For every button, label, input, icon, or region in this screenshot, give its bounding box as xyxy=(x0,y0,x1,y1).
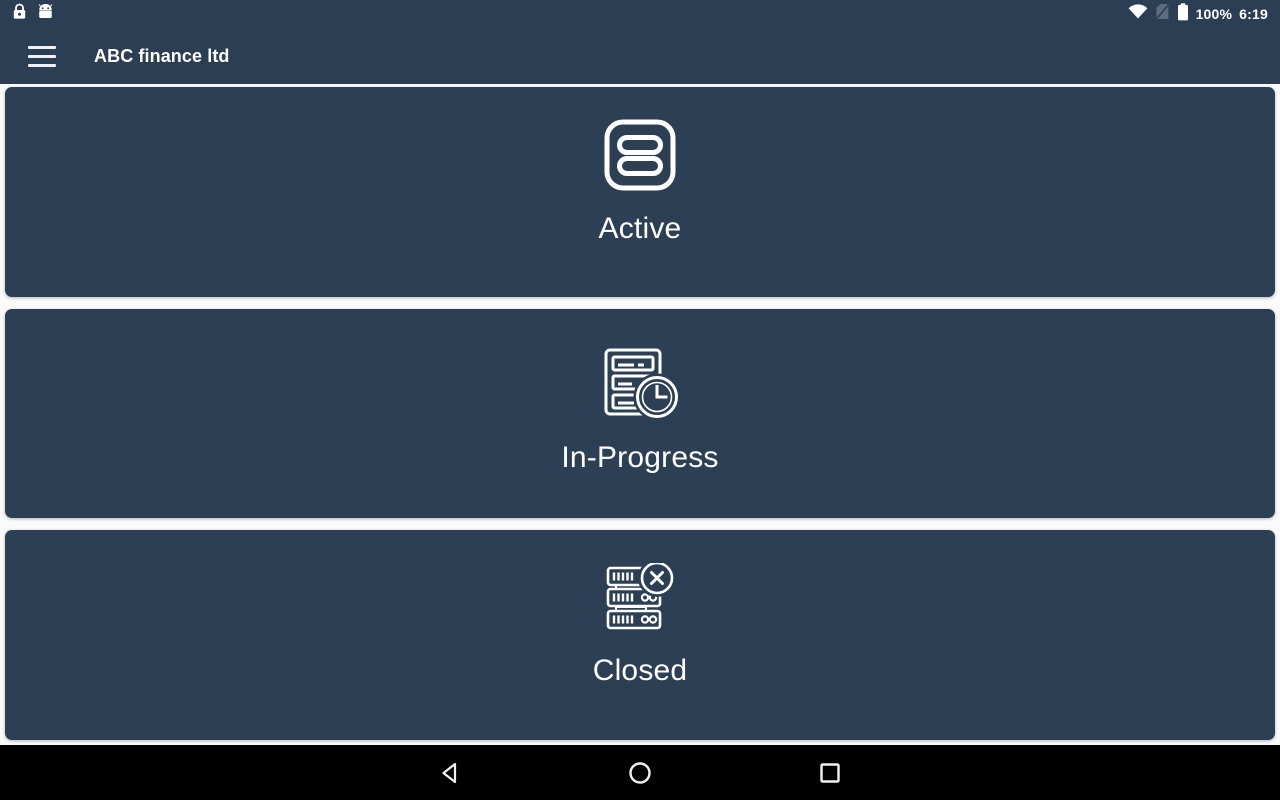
card-in-progress[interactable]: In-Progress xyxy=(5,308,1275,519)
no-sim-icon xyxy=(1155,3,1170,25)
card-in-progress-label: In-Progress xyxy=(561,441,719,474)
clock-label: 6:19 xyxy=(1239,6,1268,22)
list-rows-icon xyxy=(602,117,678,198)
server-close-icon xyxy=(602,558,678,640)
card-closed-label: Closed xyxy=(592,653,688,687)
android-robot-icon xyxy=(37,3,54,24)
hamburger-line-2 xyxy=(28,54,56,58)
status-bar: 100% 6:19 xyxy=(0,0,1280,28)
card-active-label: Active xyxy=(598,212,682,246)
hamburger-menu-icon[interactable] xyxy=(14,28,70,84)
battery-percent-label: 100% xyxy=(1195,6,1233,22)
back-triangle-icon[interactable] xyxy=(405,745,495,800)
home-circle-icon[interactable] xyxy=(595,745,685,800)
wifi-icon xyxy=(1128,3,1148,25)
status-bar-right-icons: 100% 6:19 xyxy=(1128,2,1268,26)
recents-square-icon[interactable] xyxy=(785,745,875,800)
card-list: Active In-Progress Closed xyxy=(0,84,1280,745)
card-active[interactable]: Active xyxy=(5,87,1275,297)
lock-icon xyxy=(12,3,27,25)
card-closed[interactable]: Closed xyxy=(5,530,1275,741)
card-active-content: Active xyxy=(599,117,682,246)
card-in-progress-content: In-Progress xyxy=(561,342,718,475)
card-closed-content: Closed xyxy=(592,558,688,688)
battery-icon xyxy=(1177,2,1189,26)
hamburger-line-3 xyxy=(28,63,56,67)
android-screen: 100% 6:19 ABC finance ltd Active In-Prog… xyxy=(0,0,1280,800)
app-title: ABC finance ltd xyxy=(94,45,230,66)
status-bar-left-icons xyxy=(12,3,54,25)
app-bar: ABC finance ltd xyxy=(0,28,1280,84)
hamburger-line-1 xyxy=(28,45,56,49)
document-clock-icon xyxy=(600,342,681,427)
android-navigation-bar xyxy=(0,745,1280,800)
